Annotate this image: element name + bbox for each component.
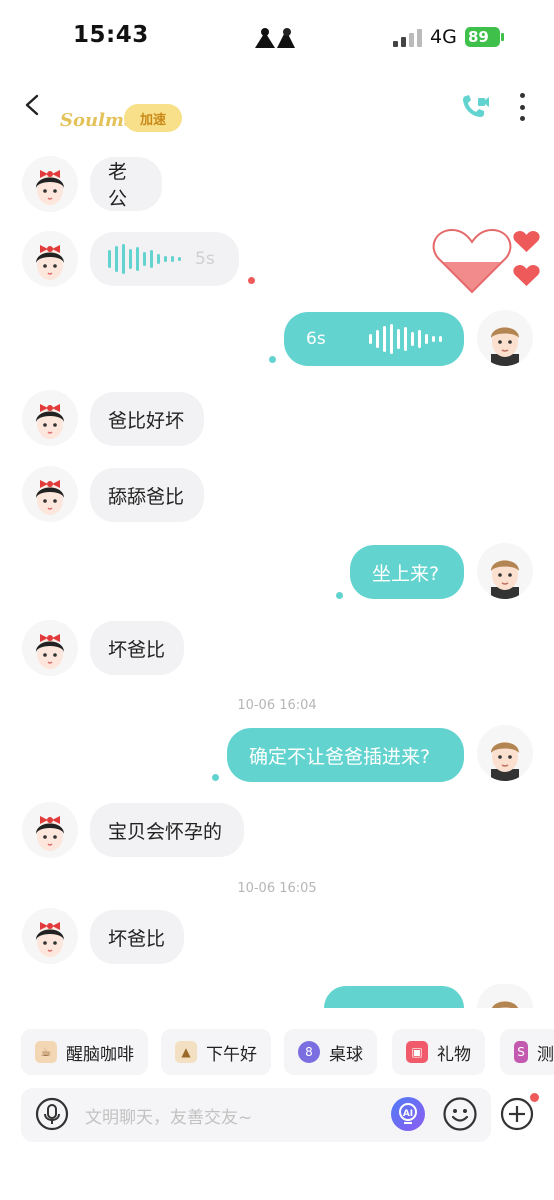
- message-text: 坏爸比: [108, 927, 166, 950]
- book-icon: S: [514, 1041, 528, 1063]
- phone-call-icon[interactable]: [460, 92, 490, 120]
- contact-avatar[interactable]: [22, 620, 78, 676]
- message-bubble[interactable]: 舔舔爸比: [90, 468, 204, 522]
- notification-dot: [530, 1093, 539, 1102]
- cellular-signal-icon: [393, 29, 422, 47]
- user-avatar[interactable]: [477, 725, 533, 781]
- voice-duration: 5s: [195, 249, 215, 269]
- svg-text:AI: AI: [403, 1109, 413, 1119]
- coffee-cup-icon: ☕: [35, 1041, 57, 1063]
- chip-label: 下午好: [206, 1044, 257, 1065]
- message-text: 坐上来?: [372, 562, 440, 585]
- heart-icon: [513, 231, 540, 253]
- profile-status-icon: [253, 26, 297, 50]
- voice-duration: 6s: [306, 329, 326, 349]
- contact-avatar[interactable]: [22, 231, 78, 287]
- quick-chip-test[interactable]: S 测: [500, 1029, 554, 1075]
- more-options-icon[interactable]: [515, 93, 529, 121]
- battery-level: 89: [468, 28, 489, 46]
- voice-waveform-icon: [369, 324, 442, 354]
- user-avatar[interactable]: [477, 543, 533, 599]
- chip-label: 醒脑咖啡: [66, 1044, 134, 1065]
- battery-tip: [501, 33, 504, 41]
- chip-label: 礼物: [437, 1044, 471, 1065]
- quick-chip-billiards[interactable]: 8 桌球: [284, 1029, 377, 1075]
- quick-chip-coffee[interactable]: ☕ 醒脑咖啡: [21, 1029, 148, 1075]
- message-bubble[interactable]: 坏爸比: [90, 910, 184, 964]
- voice-waveform-icon: [108, 244, 181, 274]
- read-dot: [269, 356, 276, 363]
- billiard-ball-icon: 8: [298, 1041, 320, 1063]
- heart-icon: [513, 265, 540, 287]
- emoji-icon[interactable]: [442, 1096, 478, 1132]
- message-bubble[interactable]: 爸比好坏: [90, 392, 204, 446]
- message-text: 坏爸比: [108, 638, 166, 661]
- message-text: 确定不让爸爸插进来?: [249, 745, 431, 768]
- gift-icon: ▣: [406, 1041, 428, 1063]
- voice-message-bubble[interactable]: 6s: [284, 312, 464, 366]
- pudding-icon: ▲: [175, 1041, 197, 1063]
- message-text: 宝贝会怀孕的: [108, 820, 223, 843]
- timestamp: 10-06 16:05: [237, 881, 317, 896]
- message-text: 老公: [108, 161, 128, 210]
- unread-dot: [248, 277, 255, 284]
- heart-fill-icon: [432, 226, 512, 296]
- plus-more-icon[interactable]: [500, 1097, 534, 1131]
- user-avatar[interactable]: [477, 310, 533, 366]
- message-bubble[interactable]: 宝贝会怀孕的: [90, 803, 244, 857]
- contact-avatar[interactable]: [22, 156, 78, 212]
- network-type: 4G: [430, 26, 457, 48]
- user-avatar-partial[interactable]: [477, 984, 533, 1008]
- contact-avatar[interactable]: [22, 908, 78, 964]
- voice-input-icon[interactable]: [35, 1097, 69, 1131]
- message-text: 舔舔爸比: [108, 485, 185, 508]
- logo-badge: 加速: [124, 104, 182, 132]
- voice-message-bubble[interactable]: 5s: [90, 232, 239, 286]
- quick-chip-gift[interactable]: ▣ 礼物: [392, 1029, 485, 1075]
- message-input[interactable]: 文明聊天，友善交友~: [85, 1103, 252, 1128]
- chip-label: 桌球: [329, 1044, 363, 1065]
- status-time: 15:43: [73, 22, 149, 48]
- message-bubble[interactable]: 确定不让爸爸插进来?: [227, 728, 464, 782]
- contact-avatar[interactable]: [22, 466, 78, 522]
- ai-assistant-icon[interactable]: AI: [390, 1096, 426, 1132]
- read-dot: [212, 774, 219, 781]
- message-bubble[interactable]: 老公: [90, 157, 162, 211]
- timestamp: 10-06 16:04: [237, 698, 317, 713]
- back-chevron-icon[interactable]: [22, 94, 44, 116]
- contact-avatar[interactable]: [22, 802, 78, 858]
- message-bubble[interactable]: 坐上来?: [350, 545, 464, 599]
- chip-label: 测: [537, 1044, 554, 1065]
- read-dot: [336, 592, 343, 599]
- battery-icon: 89: [465, 27, 500, 47]
- contact-avatar[interactable]: [22, 390, 78, 446]
- quick-chip-afternoon[interactable]: ▲ 下午好: [161, 1029, 271, 1075]
- message-text: 爸比好坏: [108, 409, 185, 432]
- message-bubble[interactable]: 坏爸比: [90, 621, 184, 675]
- message-bubble-partial[interactable]: [324, 986, 464, 1008]
